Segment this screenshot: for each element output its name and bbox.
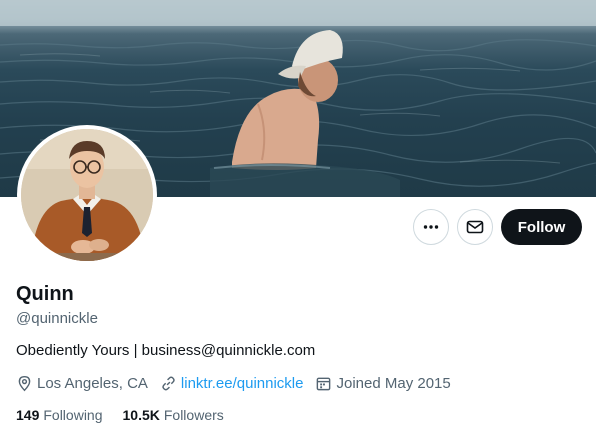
website-item[interactable]: linktr.ee/quinnickle [160,375,304,392]
calendar-icon [317,377,331,390]
location-text: Los Angeles, CA [37,374,148,392]
envelope-icon [466,220,484,234]
joined-item: Joined May 2015 [315,374,451,392]
follow-stats: 149 Following 10.5K Followers [16,407,244,423]
profile-name: Quinn [16,283,74,305]
profile-meta: Los Angeles, CA linktr.ee/quinnickle Joi… [16,374,463,392]
followers-stat[interactable]: 10.5K Followers [123,407,224,423]
joined-text: Joined May 2015 [336,374,451,392]
website-link[interactable]: linktr.ee/quinnickle [181,375,304,392]
avatar[interactable] [17,125,157,265]
location-item: Los Angeles, CA [16,375,148,392]
followers-label: Followers [163,407,224,423]
more-options-button[interactable] [413,209,449,245]
link-icon [162,376,175,390]
avatar-image [21,129,153,261]
follow-button[interactable]: Follow [501,209,582,245]
profile-handle: @quinnickle [16,310,98,327]
location-pin-icon [18,375,31,391]
more-dots-icon [423,225,439,229]
following-label: Following [43,407,103,423]
profile-bio: Obediently Yours | business@quinnickle.c… [16,342,316,359]
message-button[interactable] [457,209,493,245]
followers-count: 10.5K [122,407,160,423]
following-stat[interactable]: 149 Following [16,407,103,423]
following-count: 149 [16,407,40,423]
